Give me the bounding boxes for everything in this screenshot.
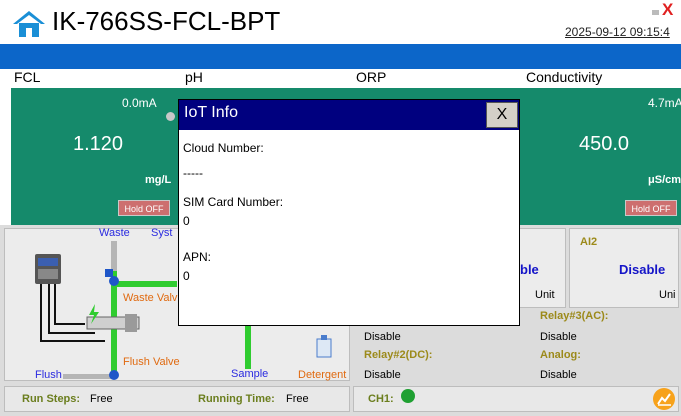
- measured-value: 450.0: [579, 133, 630, 155]
- channel-header-orp: ORP: [356, 69, 387, 88]
- apn-value: 0: [183, 269, 190, 283]
- minimize-icon[interactable]: [652, 10, 659, 15]
- close-icon[interactable]: X: [662, 0, 673, 20]
- waste-label: Waste: [99, 227, 130, 239]
- ai2-box[interactable]: AI2 Disable Uni: [569, 228, 679, 308]
- ch1-status-dot: [401, 389, 415, 403]
- run-status-box: Run Steps: Free Running Time: Free: [4, 386, 350, 412]
- flush-valve-label: Flush Valve: [123, 356, 180, 368]
- channel-header-fcl: FCL: [14, 69, 41, 88]
- relay-value: Disable: [364, 331, 401, 343]
- ai-value: ble: [520, 262, 539, 277]
- running-time-label: Running Time:: [198, 393, 275, 405]
- ai-title: AI2: [580, 236, 598, 248]
- ch1-label: CH1:: [368, 393, 394, 405]
- channel-panel-conductivity[interactable]: 4.7mA 450.0 μS/cm Hold OFF: [521, 88, 681, 225]
- run-steps-label: Run Steps:: [22, 393, 81, 405]
- ai-unit: Unit: [535, 289, 555, 301]
- analog-value: Disable: [540, 369, 577, 381]
- dialog-title-bar: IoT Info X: [179, 100, 519, 130]
- dialog-title: IoT Info: [184, 104, 238, 121]
- sim-card-label: SIM Card Number:: [183, 195, 284, 209]
- trend-chart-icon[interactable]: [653, 388, 675, 410]
- running-time-value: Free: [286, 393, 309, 405]
- waste-valve-label: Waste Valv: [123, 292, 178, 304]
- relay2-title: Relay#2(DC):: [364, 349, 433, 361]
- run-steps-value: Free: [90, 393, 113, 405]
- sample-label: Sample: [231, 368, 269, 380]
- unit-label: μS/cm: [648, 174, 681, 186]
- hold-button[interactable]: Hold OFF: [625, 200, 677, 216]
- system-label: Syst: [151, 227, 173, 239]
- ai-value: Disable: [619, 262, 666, 277]
- status-dot: [166, 112, 175, 121]
- channel-header-ph: pH: [185, 69, 203, 88]
- apn-label: APN:: [183, 250, 212, 264]
- accent-bar: [0, 44, 681, 69]
- relay3-title: Relay#3(AC):: [540, 310, 609, 322]
- title-bar: IK-766SS-FCL-BPT X 2025-09-12 09:15:4: [0, 0, 681, 44]
- home-icon[interactable]: [12, 9, 46, 39]
- unit-label: mg/L: [145, 174, 172, 186]
- iot-info-dialog: IoT Info X Cloud Number: ----- SIM Card …: [178, 99, 520, 326]
- hold-button[interactable]: Hold OFF: [118, 200, 170, 216]
- channel-panel-fcl[interactable]: 0.0mA 1.120 mg/L Hold OFF: [11, 88, 179, 225]
- dialog-close-button[interactable]: X: [486, 102, 518, 128]
- cloud-number-value: -----: [183, 166, 203, 180]
- measured-value: 1.120: [73, 133, 124, 155]
- flush-label: Flush: [35, 369, 62, 381]
- current-output: 4.7mA: [648, 96, 681, 110]
- datetime: 2025-09-12 09:15:4: [565, 25, 670, 39]
- current-output: 0.0mA: [122, 96, 157, 110]
- channel-header-conductivity: Conductivity: [526, 69, 603, 88]
- relay3-value: Disable: [540, 331, 577, 343]
- app-title: IK-766SS-FCL-BPT: [52, 6, 281, 36]
- cloud-number-label: Cloud Number:: [183, 141, 264, 155]
- detergent-label: Detergent: [298, 369, 347, 381]
- relay2-value: Disable: [364, 369, 401, 381]
- ai-unit: Uni: [659, 289, 676, 301]
- sim-card-value: 0: [183, 214, 190, 228]
- analog-title: Analog:: [540, 349, 581, 361]
